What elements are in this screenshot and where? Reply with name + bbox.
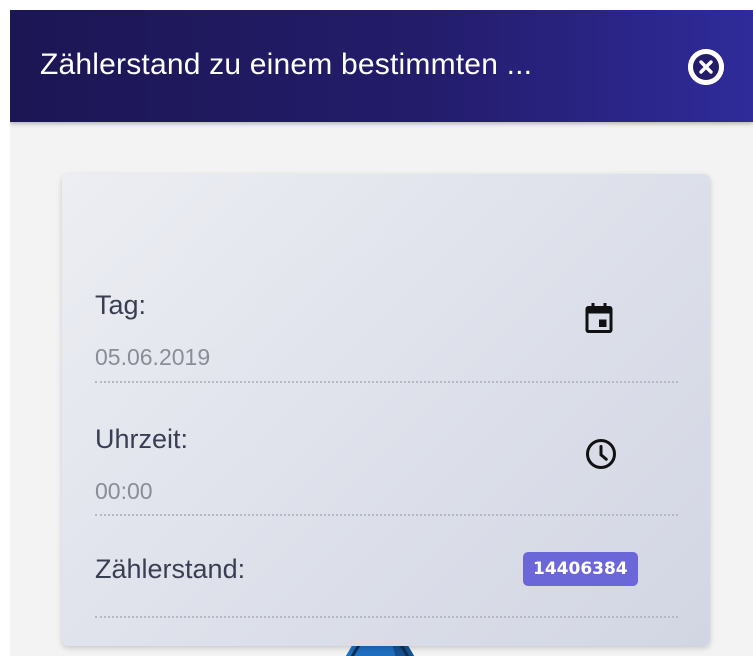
dialog-header: Zählerstand zu einem bestimmten ... [10,10,753,122]
clock-icon [586,439,616,469]
date-underline [95,381,678,383]
time-field[interactable]: 00:00 [95,478,153,505]
time-picker-button[interactable] [583,436,619,472]
meter-label: Zählerstand: [95,554,246,584]
reading-form-card: Tag: 05.06.2019 Uhrzeit: 00:00 Zählersta… [62,174,710,646]
date-label: Tag: [95,290,147,320]
meter-reading-dialog: Zählerstand zu einem bestimmten ... Tag:… [10,10,753,656]
close-icon [688,49,724,85]
meter-underline [95,616,678,618]
dialog-title: Zählerstand zu einem bestimmten ... [40,48,533,81]
calendar-icon [585,303,613,333]
time-underline [95,514,678,516]
time-label: Uhrzeit: [95,424,189,454]
close-button[interactable] [688,49,724,85]
meter-value-badge[interactable]: 14406384 [523,552,638,586]
date-picker-button[interactable] [581,300,617,336]
date-field[interactable]: 05.06.2019 [95,344,210,371]
